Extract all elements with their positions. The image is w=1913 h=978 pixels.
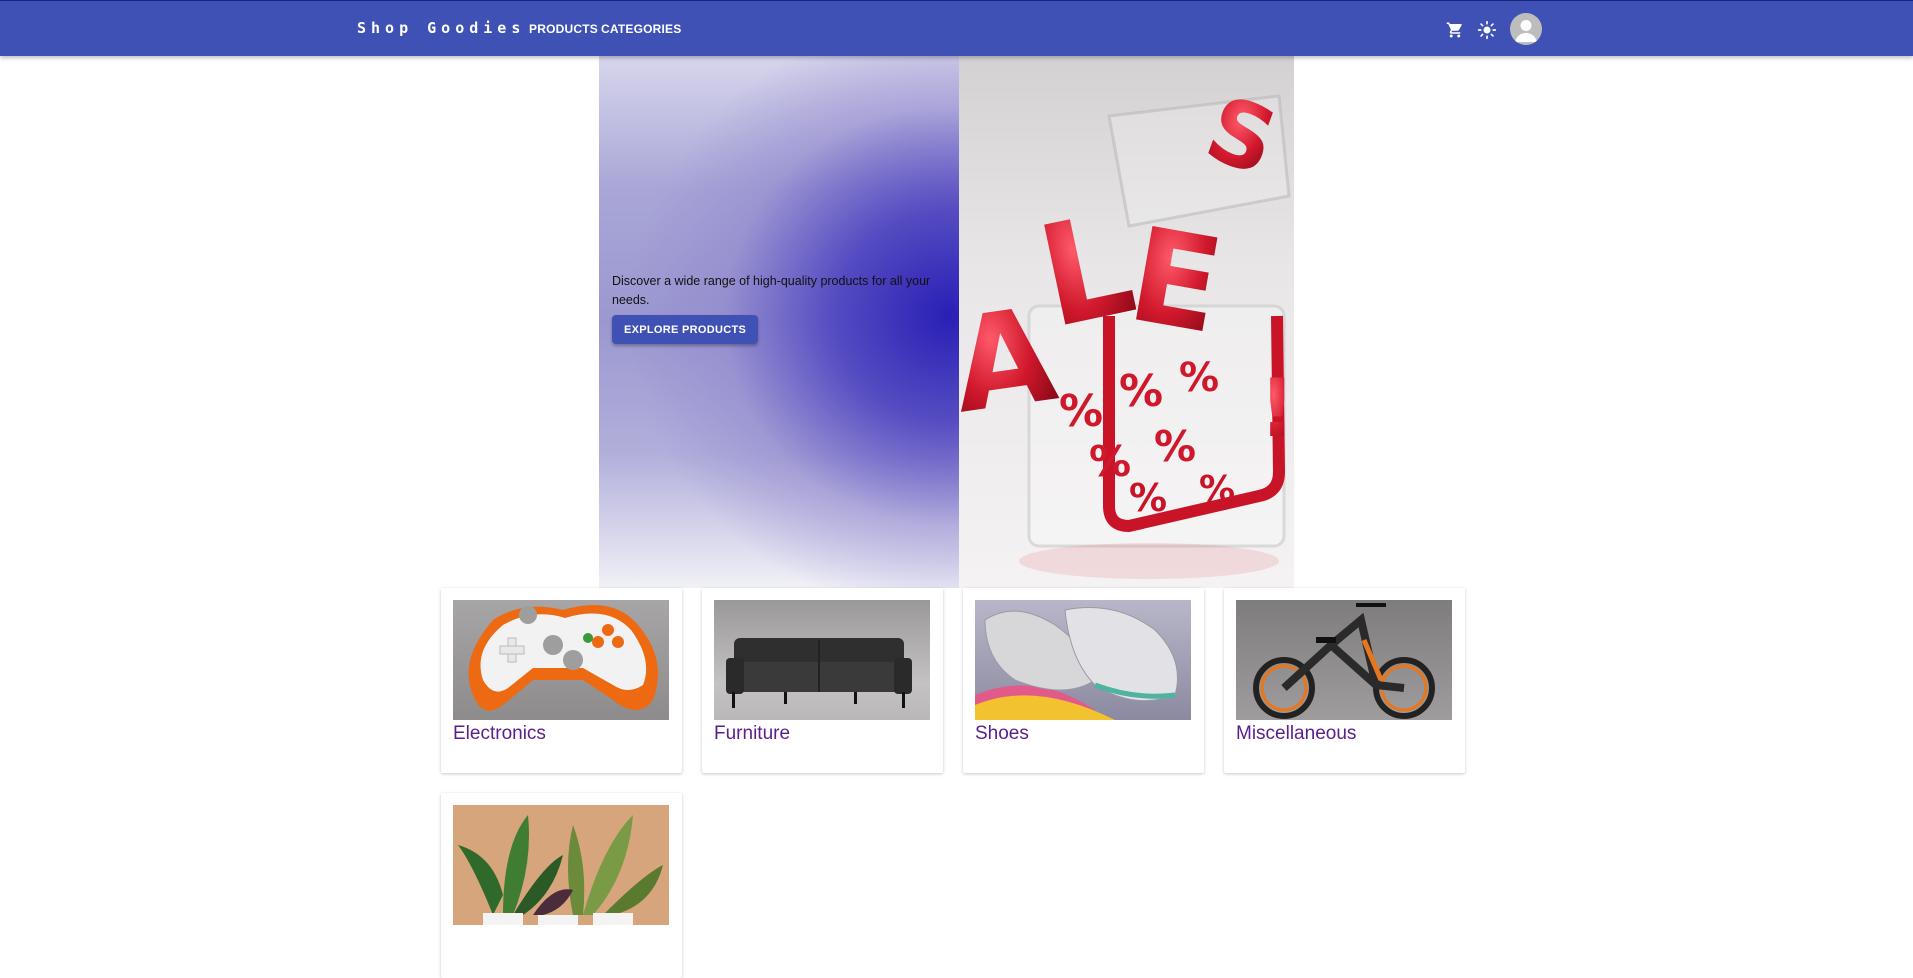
plant-icon: [458, 815, 663, 925]
app-bar: Shop Goodies PRODUCTS CATEGORIES: [0, 0, 1913, 56]
electronics-image: [453, 600, 669, 720]
shoes-image: [975, 600, 1191, 720]
bicycle-icon: [1253, 603, 1435, 719]
category-card-plants[interactable]: [441, 793, 682, 978]
svg-text:%: %: [1154, 422, 1196, 471]
cart-button[interactable]: [1440, 15, 1470, 45]
explore-products-button[interactable]: EXPLORE PRODUCTS: [612, 315, 759, 344]
hero-text-panel: Discover a wide range of high-quality pr…: [599, 56, 959, 588]
theme-toggle-button[interactable]: [1472, 15, 1502, 45]
category-label[interactable]: Furniture: [714, 723, 790, 745]
svg-text:%: %: [1179, 355, 1219, 401]
svg-text:%: %: [1199, 469, 1235, 510]
nav-products-link[interactable]: PRODUCTS: [529, 22, 598, 36]
cart-icon: [1446, 22, 1462, 38]
svg-text:%: %: [1089, 437, 1131, 486]
hero-description: Discover a wide range of high-quality pr…: [612, 274, 931, 307]
svg-text:%: %: [1059, 386, 1103, 437]
account-icon: [1515, 20, 1537, 42]
sneaker-icon: [975, 607, 1178, 720]
category-card-miscellaneous[interactable]: Miscellaneous: [1224, 588, 1465, 773]
sun-icon: [1477, 20, 1497, 40]
category-label[interactable]: Miscellaneous: [1236, 723, 1356, 745]
brand-logo[interactable]: Shop Goodies: [357, 19, 525, 37]
sofa-icon: [726, 638, 912, 708]
svg-text:%: %: [1129, 476, 1167, 520]
sale-illustration: A L E S ! % % % % % % %: [959, 76, 1294, 579]
category-card-furniture[interactable]: Furniture: [702, 588, 943, 773]
sale-promo-image: A L E S ! % % % % % % %: [959, 56, 1294, 588]
category-label[interactable]: Shoes: [975, 723, 1029, 745]
svg-text:!: !: [1259, 362, 1294, 455]
furniture-image: [714, 600, 930, 720]
miscellaneous-image: [1236, 600, 1452, 720]
category-card-electronics[interactable]: Electronics: [441, 588, 682, 773]
hero-banner: Discover a wide range of high-quality pr…: [599, 56, 1294, 588]
avatar[interactable]: [1510, 13, 1542, 45]
svg-text:%: %: [1119, 366, 1163, 417]
plants-image: [453, 805, 669, 925]
category-label[interactable]: Electronics: [453, 723, 546, 745]
nav-categories-link[interactable]: CATEGORIES: [601, 22, 681, 36]
category-card-shoes[interactable]: Shoes: [963, 588, 1204, 773]
game-controller-icon: [468, 605, 658, 711]
